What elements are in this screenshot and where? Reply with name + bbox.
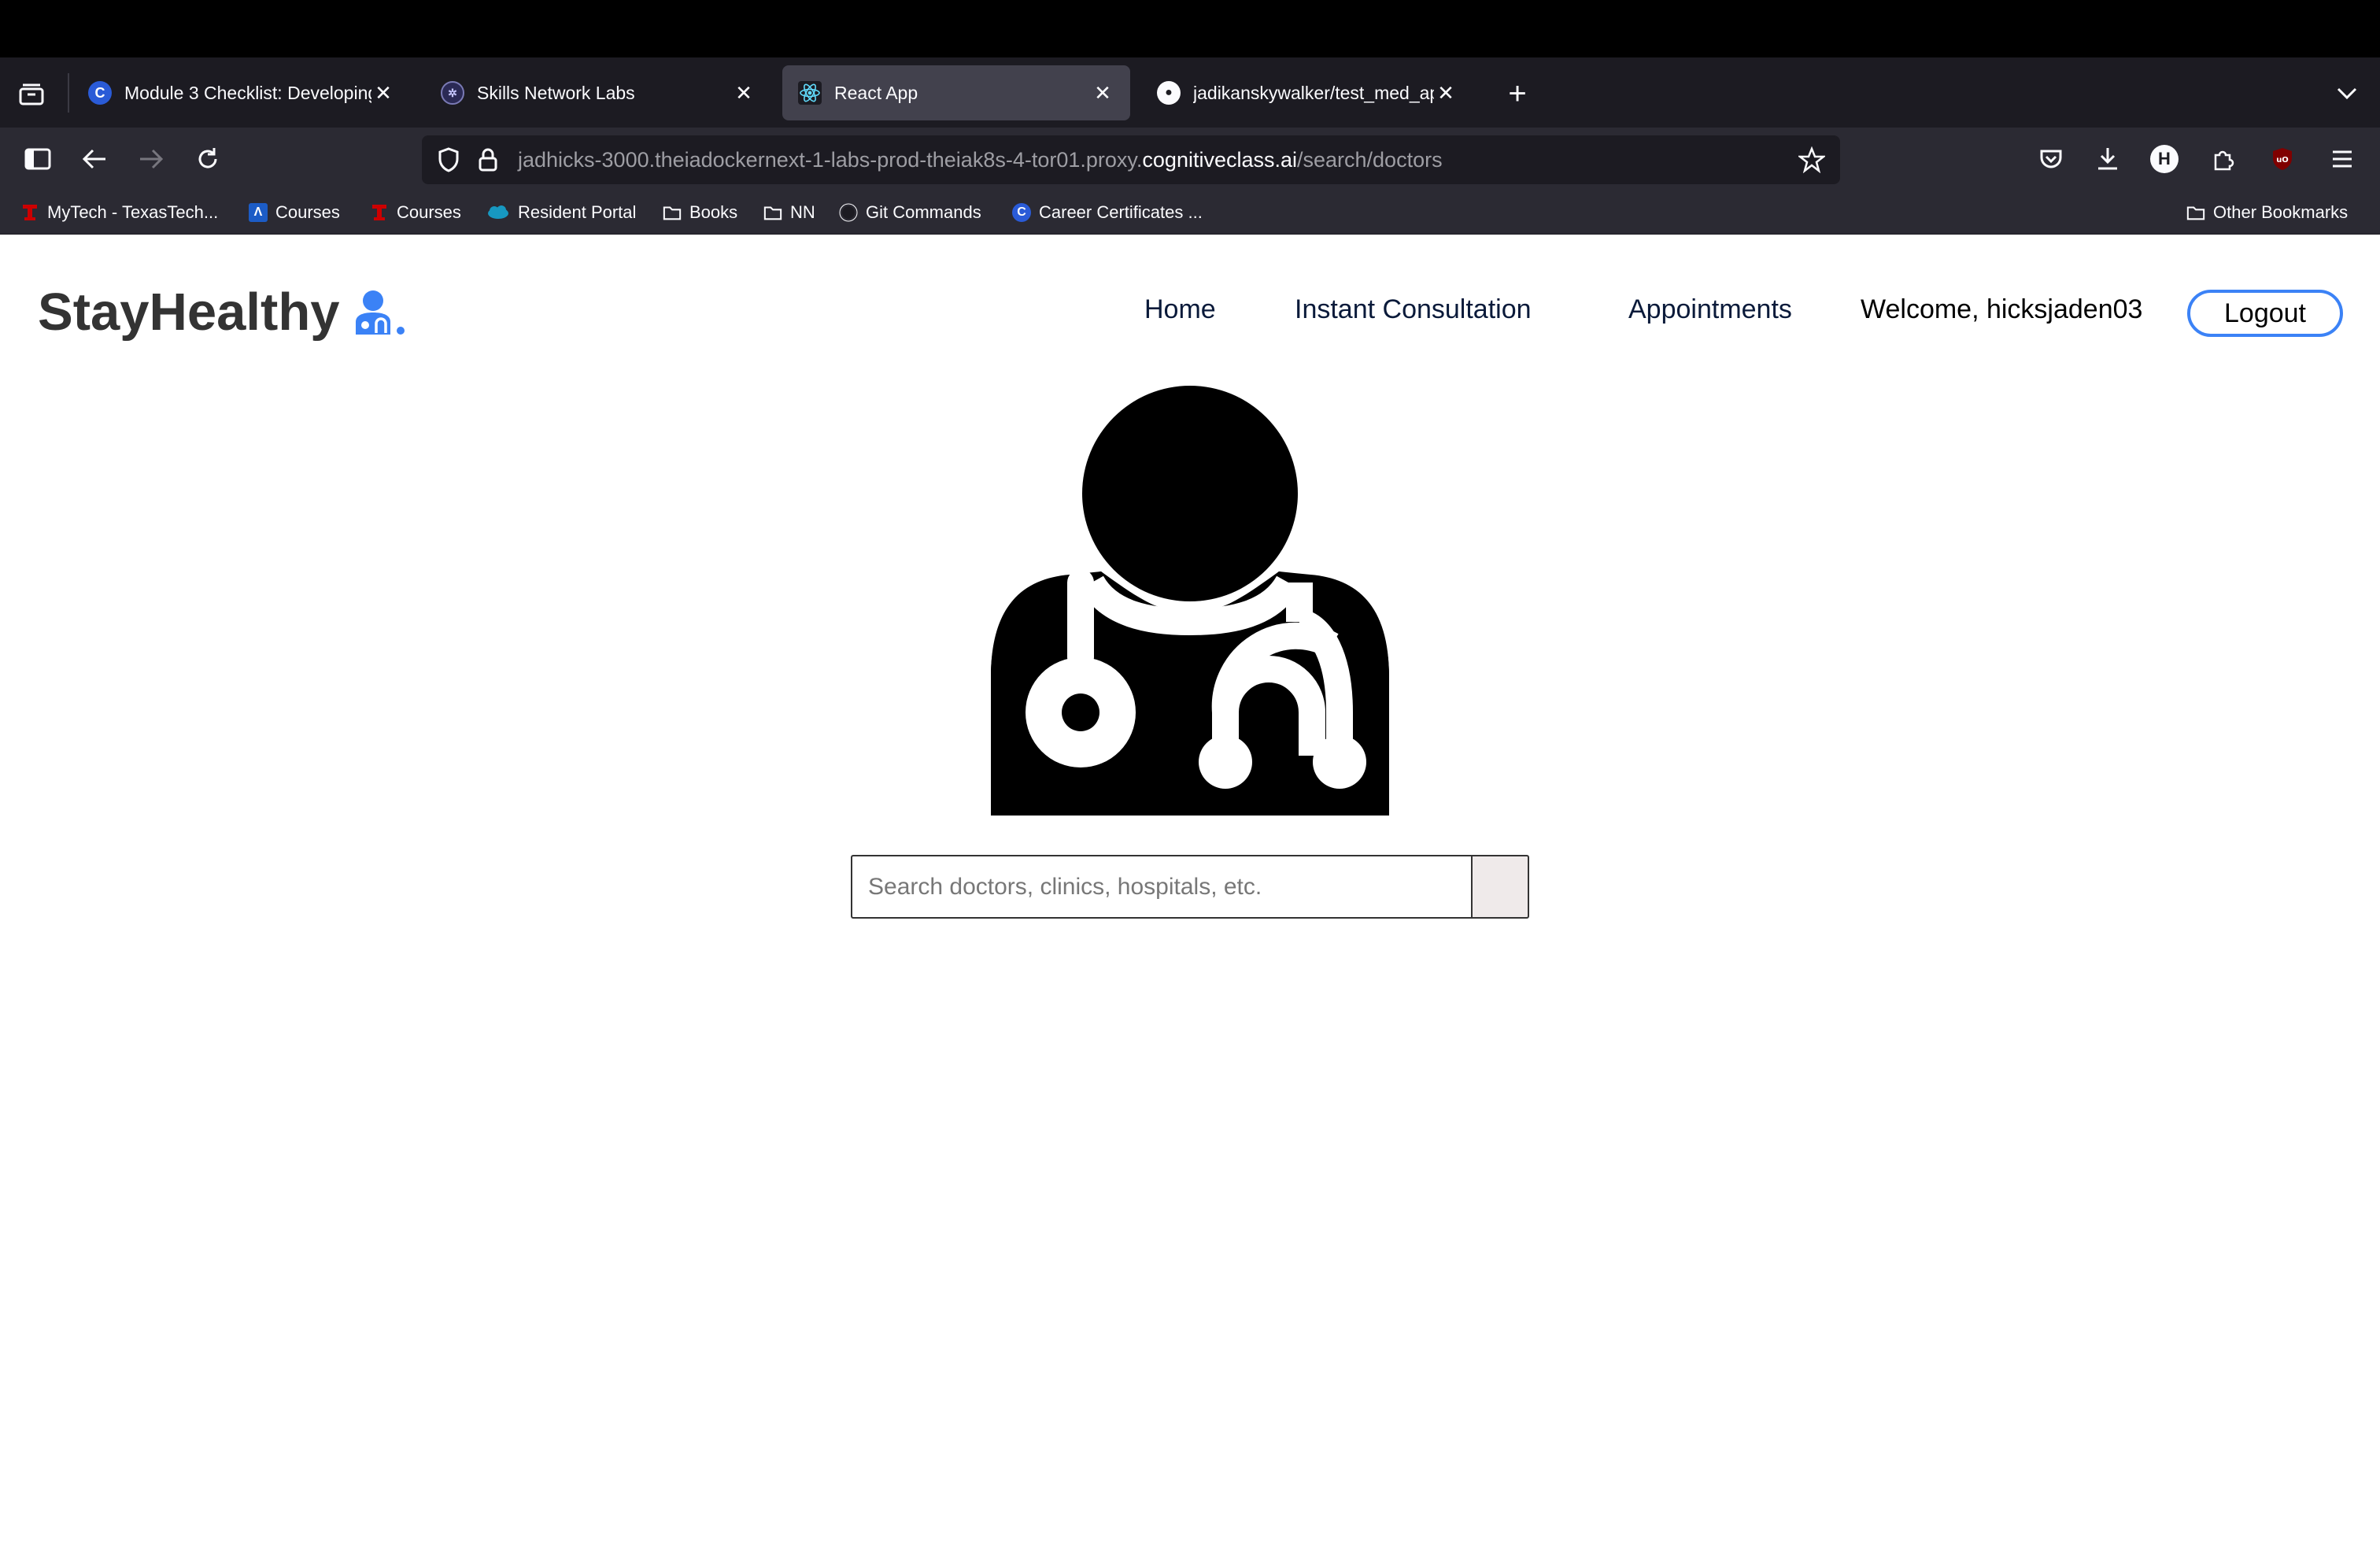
navigation-toolbar: jadhicks-3000.theiadockernext-1-labs-pro… xyxy=(0,128,2380,190)
search-input[interactable] xyxy=(851,855,1471,919)
tracking-protection-shield-icon[interactable] xyxy=(433,145,464,175)
tab-label: Module 3 Checklist: Developing xyxy=(124,82,371,103)
tab-github-repo[interactable]: ● jadikanskywalker/test_med_app ✕ xyxy=(1141,65,1473,120)
list-all-tabs-chevron-icon[interactable] xyxy=(2330,76,2364,111)
tab-overview-icon[interactable] xyxy=(14,80,49,108)
bookmark-resident-portal[interactable]: Resident Portal xyxy=(486,190,636,235)
downloads-icon[interactable] xyxy=(2092,143,2123,175)
bookmarks-toolbar: MyTech - TexasTech... Λ Courses Courses … xyxy=(0,190,2380,235)
url-bar[interactable]: jadhicks-3000.theiadockernext-1-labs-pro… xyxy=(422,135,1840,184)
ublock-origin-icon[interactable]: uO xyxy=(2267,143,2298,175)
tab-label: React App xyxy=(834,82,918,103)
url-text[interactable]: jadhicks-3000.theiadockernext-1-labs-pro… xyxy=(518,135,1443,184)
other-bookmarks-label: Other Bookmarks xyxy=(2213,202,2349,222)
bookmark-label: Books xyxy=(689,202,738,222)
folder-icon xyxy=(763,203,782,222)
brand-name: StayHealthy xyxy=(38,283,340,342)
bookmark-label: MyTech - TexasTech... xyxy=(47,202,219,222)
welcome-message: Welcome, hicksjaden03 xyxy=(1861,294,2143,324)
bookmark-label: Courses xyxy=(397,202,461,222)
svg-text:uO: uO xyxy=(2276,156,2289,165)
search-button[interactable] xyxy=(1471,855,1529,919)
tab-separator xyxy=(68,73,69,113)
react-icon xyxy=(798,81,822,105)
tab-label: Skills Network Labs xyxy=(477,82,635,103)
bookmark-courses-ttu[interactable]: Courses xyxy=(370,190,461,235)
tab-module-3-checklist[interactable]: C Module 3 Checklist: Developing ✕ xyxy=(72,65,411,120)
doctor-stethoscope-icon xyxy=(991,386,1389,816)
bookmark-courses-canvas[interactable]: Λ Courses xyxy=(249,190,340,235)
bookmark-label: Career Certificates ... xyxy=(1039,202,1203,222)
salesforce-icon xyxy=(486,203,510,222)
nav-appointments-link[interactable]: Appointments xyxy=(1628,294,1792,325)
close-tab-icon[interactable]: ✕ xyxy=(732,81,756,105)
new-tab-icon[interactable]: + xyxy=(1500,76,1535,111)
tab-strip: C Module 3 Checklist: Developing ✕ ✲ Ski… xyxy=(0,57,2380,128)
bookmark-label: NN xyxy=(790,202,815,222)
url-prefix: jadhicks-3000.theiadockernext-1-labs-pro… xyxy=(518,148,1143,172)
pocket-icon[interactable] xyxy=(2035,143,2067,175)
sidebar-toggle-icon[interactable] xyxy=(20,143,55,175)
bookmark-mytech[interactable]: MyTech - TexasTech... xyxy=(20,190,218,235)
canvas-icon: Λ xyxy=(249,203,268,222)
url-path: /search/doctors xyxy=(1297,148,1443,172)
tab-react-app[interactable]: React App ✕ xyxy=(782,65,1130,120)
logout-button[interactable]: Logout xyxy=(2187,290,2343,337)
doctor-search-bar xyxy=(851,855,1529,919)
folder-icon xyxy=(663,203,682,222)
bookmark-git-commands[interactable]: Git Commands xyxy=(839,190,981,235)
bookmark-label: Resident Portal xyxy=(518,202,637,222)
extensions-puzzle-icon[interactable] xyxy=(2207,143,2238,175)
texas-tech-icon xyxy=(370,203,389,222)
github-icon: ● xyxy=(1157,81,1181,105)
os-top-bar xyxy=(0,0,2380,57)
bookmark-folder-books[interactable]: Books xyxy=(663,190,737,235)
account-avatar[interactable]: H xyxy=(2150,145,2179,173)
other-bookmarks[interactable]: Other Bookmarks xyxy=(2186,190,2348,235)
github-icon xyxy=(839,203,858,222)
close-tab-icon[interactable]: ✕ xyxy=(1091,81,1114,105)
forward-arrow-icon[interactable] xyxy=(134,143,168,175)
close-tab-icon[interactable]: ✕ xyxy=(371,81,395,105)
back-arrow-icon[interactable] xyxy=(77,143,112,175)
folder-icon xyxy=(2186,203,2205,222)
bookmark-career-certificates[interactable]: C Career Certificates ... xyxy=(1012,190,1203,235)
nav-instant-consultation-link[interactable]: Instant Consultation xyxy=(1295,294,1532,325)
nav-home-link[interactable]: Home xyxy=(1144,294,1216,325)
hamburger-menu-icon[interactable] xyxy=(2326,143,2358,175)
close-tab-icon[interactable]: ✕ xyxy=(1434,81,1458,105)
coursera-icon: C xyxy=(1012,203,1031,222)
url-host: cognitiveclass.ai xyxy=(1142,148,1297,172)
bookmark-label: Git Commands xyxy=(866,202,981,222)
coursera-icon: C xyxy=(88,81,112,105)
bookmark-label: Courses xyxy=(275,202,340,222)
skills-network-icon: ✲ xyxy=(441,81,464,105)
tab-skills-network-labs[interactable]: ✲ Skills Network Labs ✕ xyxy=(425,65,771,120)
brand-logo[interactable]: StayHealthy xyxy=(38,282,406,342)
reload-icon[interactable] xyxy=(190,143,225,175)
bookmark-star-icon[interactable] xyxy=(1796,143,1828,176)
bookmark-folder-nn[interactable]: NN xyxy=(763,190,815,235)
tab-label: jadikanskywalker/test_med_app xyxy=(1193,82,1434,103)
lock-icon[interactable] xyxy=(472,145,504,175)
texas-tech-icon xyxy=(20,203,39,222)
doctor-logo-icon xyxy=(353,289,406,336)
site-header: StayHealthy Home Instant Consultation Ap… xyxy=(0,235,2380,392)
